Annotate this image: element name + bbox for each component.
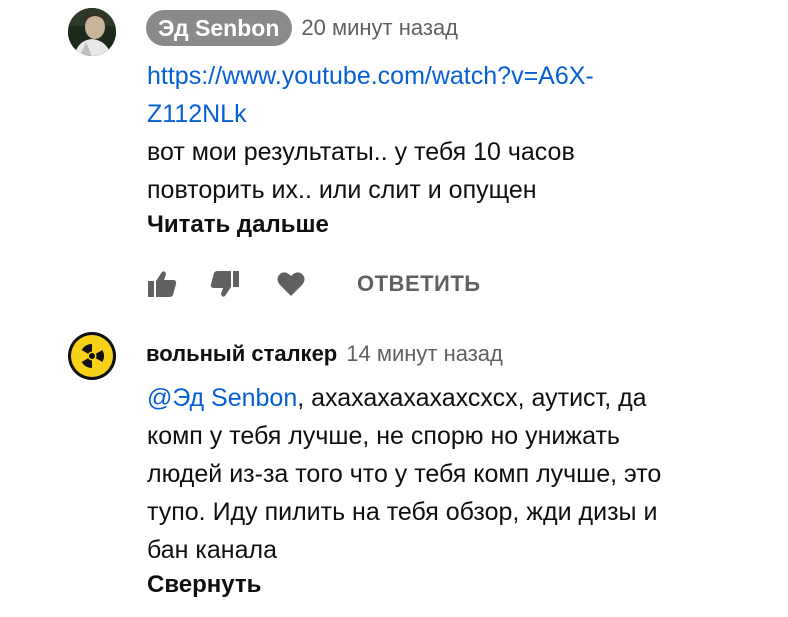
comment-time[interactable]: 20 минут назад <box>301 15 458 41</box>
avatar-photo-icon <box>68 8 116 56</box>
mention-link[interactable]: @Эд Senbon <box>147 384 297 412</box>
comment-text: @Эд Senbon, ахахахахахахсхсх, аутист, да… <box>147 379 747 569</box>
dislike-button[interactable] <box>209 268 241 300</box>
thumbs-up-icon <box>148 271 177 297</box>
heart-button[interactable] <box>275 268 307 300</box>
author-name[interactable]: вольный сталкер <box>146 341 337 367</box>
reply-button[interactable]: ОТВЕТИТЬ <box>357 271 481 297</box>
comment-text-line: тупо. Иду пилить на тебя обзор, жди дизы… <box>147 498 658 526</box>
avatar[interactable] <box>68 332 116 380</box>
video-link-continued[interactable]: Z112NLk <box>147 100 247 128</box>
comment-text-line: вот мои результаты.. у тебя 10 часов <box>147 138 575 166</box>
avatar[interactable] <box>68 8 116 56</box>
author-name[interactable]: Эд Senbon <box>146 10 293 46</box>
radiation-icon <box>68 332 116 380</box>
comment-text: https://www.youtube.com/watch?v=A6X- Z11… <box>147 57 747 209</box>
heart-icon <box>277 272 305 296</box>
video-link[interactable]: https://www.youtube.com/watch?v=A6X- <box>147 62 594 90</box>
collapse-button[interactable]: Свернуть <box>147 571 261 599</box>
comment-text-line: повторить их.. или слит и опущен <box>147 176 537 204</box>
comment-time[interactable]: 14 минут назад <box>346 341 503 367</box>
comment-header: Эд Senbon 20 минут назад <box>146 10 458 46</box>
read-more-button[interactable]: Читать дальше <box>147 211 329 239</box>
comment-header: вольный сталкер 14 минут назад <box>146 339 503 369</box>
comment-text-line: бан канала <box>147 536 277 564</box>
comment-text-line: людей из-за того что у тебя комп лучше, … <box>147 460 662 488</box>
comment-text-line: , ахахахахахахсхсх, аутист, да <box>297 384 647 412</box>
comment-text-line: комп у тебя лучше, не спорю но унижать <box>147 422 620 450</box>
like-button[interactable] <box>146 268 178 300</box>
comments-section: Эд Senbon 20 минут назад https://www.you… <box>0 0 788 617</box>
comment-actions: ОТВЕТИТЬ <box>146 266 481 302</box>
thumbs-down-icon <box>210 271 239 297</box>
